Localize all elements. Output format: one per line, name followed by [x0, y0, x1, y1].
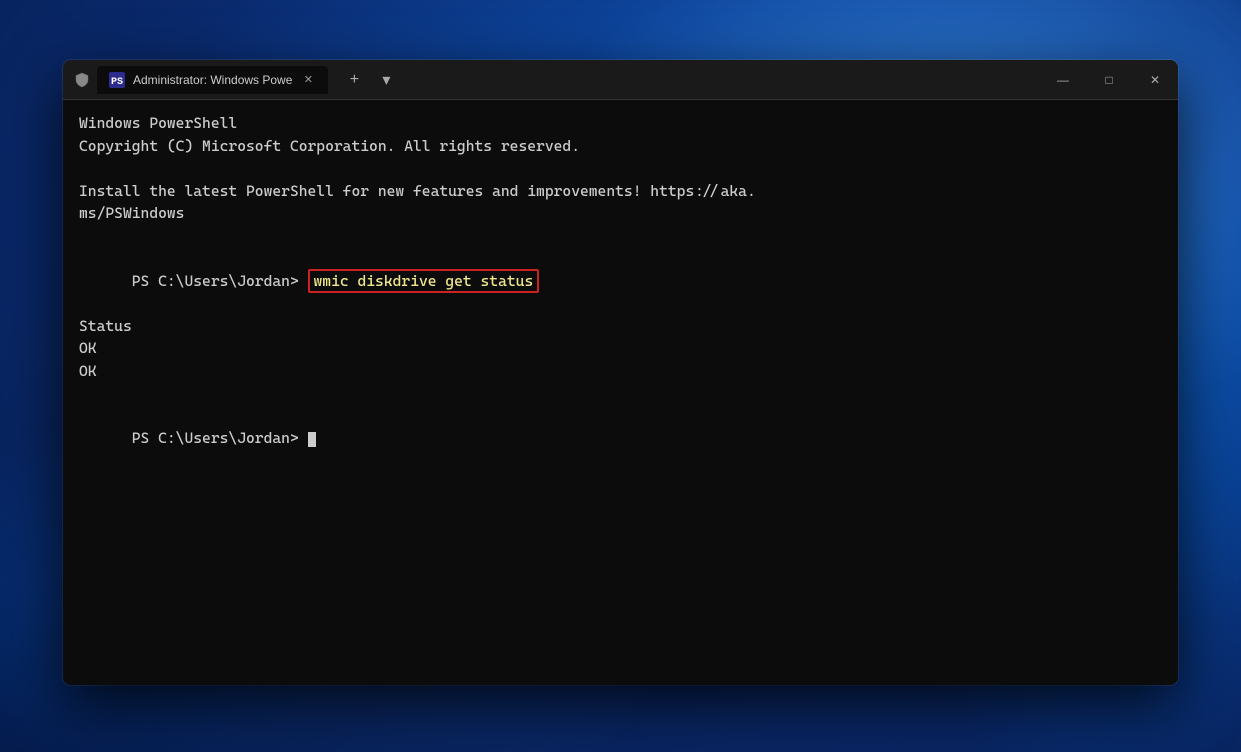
terminal-window: PS Administrator: Windows Powe ✕ + ▾ — □…	[63, 60, 1178, 685]
maximize-button[interactable]: □	[1086, 60, 1132, 100]
output-line-3	[79, 157, 1162, 180]
command-text: wmic diskdrive get status	[314, 272, 534, 290]
current-prompt-line: PS C:\Users\Jordan>	[79, 405, 1162, 473]
active-tab[interactable]: PS Administrator: Windows Powe ✕	[97, 66, 328, 94]
tab-controls: + ▾	[332, 66, 408, 94]
window-controls: — □ ✕	[1040, 60, 1178, 100]
output-line-1: Windows PowerShell	[79, 112, 1162, 135]
output-line-6	[79, 225, 1162, 248]
prompt-1: PS C:\Users\Jordan>	[132, 272, 308, 290]
output-ok-2: OK	[79, 360, 1162, 383]
output-status-label: Status	[79, 315, 1162, 338]
terminal-content[interactable]: Windows PowerShell Copyright (C) Microso…	[63, 100, 1178, 685]
output-line-5: ms/PSWindows	[79, 202, 1162, 225]
command-highlight: wmic diskdrive get status	[308, 269, 540, 293]
tab-close-button[interactable]: ✕	[300, 72, 316, 88]
output-line-2: Copyright (C) Microsoft Corporation. All…	[79, 135, 1162, 158]
cursor-blink	[308, 432, 316, 447]
shield-icon	[73, 71, 91, 89]
command-line: PS C:\Users\Jordan> wmic diskdrive get s…	[79, 247, 1162, 315]
prompt-2: PS C:\Users\Jordan>	[132, 429, 308, 447]
title-bar-left: PS Administrator: Windows Powe ✕ + ▾	[63, 66, 408, 94]
close-button[interactable]: ✕	[1132, 60, 1178, 100]
output-line-4: Install the latest PowerShell for new fe…	[79, 180, 1162, 203]
minimize-button[interactable]: —	[1040, 60, 1086, 100]
add-tab-button[interactable]: +	[340, 66, 368, 94]
tab-dropdown-button[interactable]: ▾	[372, 66, 400, 94]
title-bar: PS Administrator: Windows Powe ✕ + ▾ — □…	[63, 60, 1178, 100]
powershell-tab-icon: PS	[109, 72, 125, 88]
output-ok-1: OK	[79, 337, 1162, 360]
tab-title: Administrator: Windows Powe	[133, 73, 292, 87]
svg-text:PS: PS	[111, 77, 123, 88]
output-empty	[79, 382, 1162, 405]
